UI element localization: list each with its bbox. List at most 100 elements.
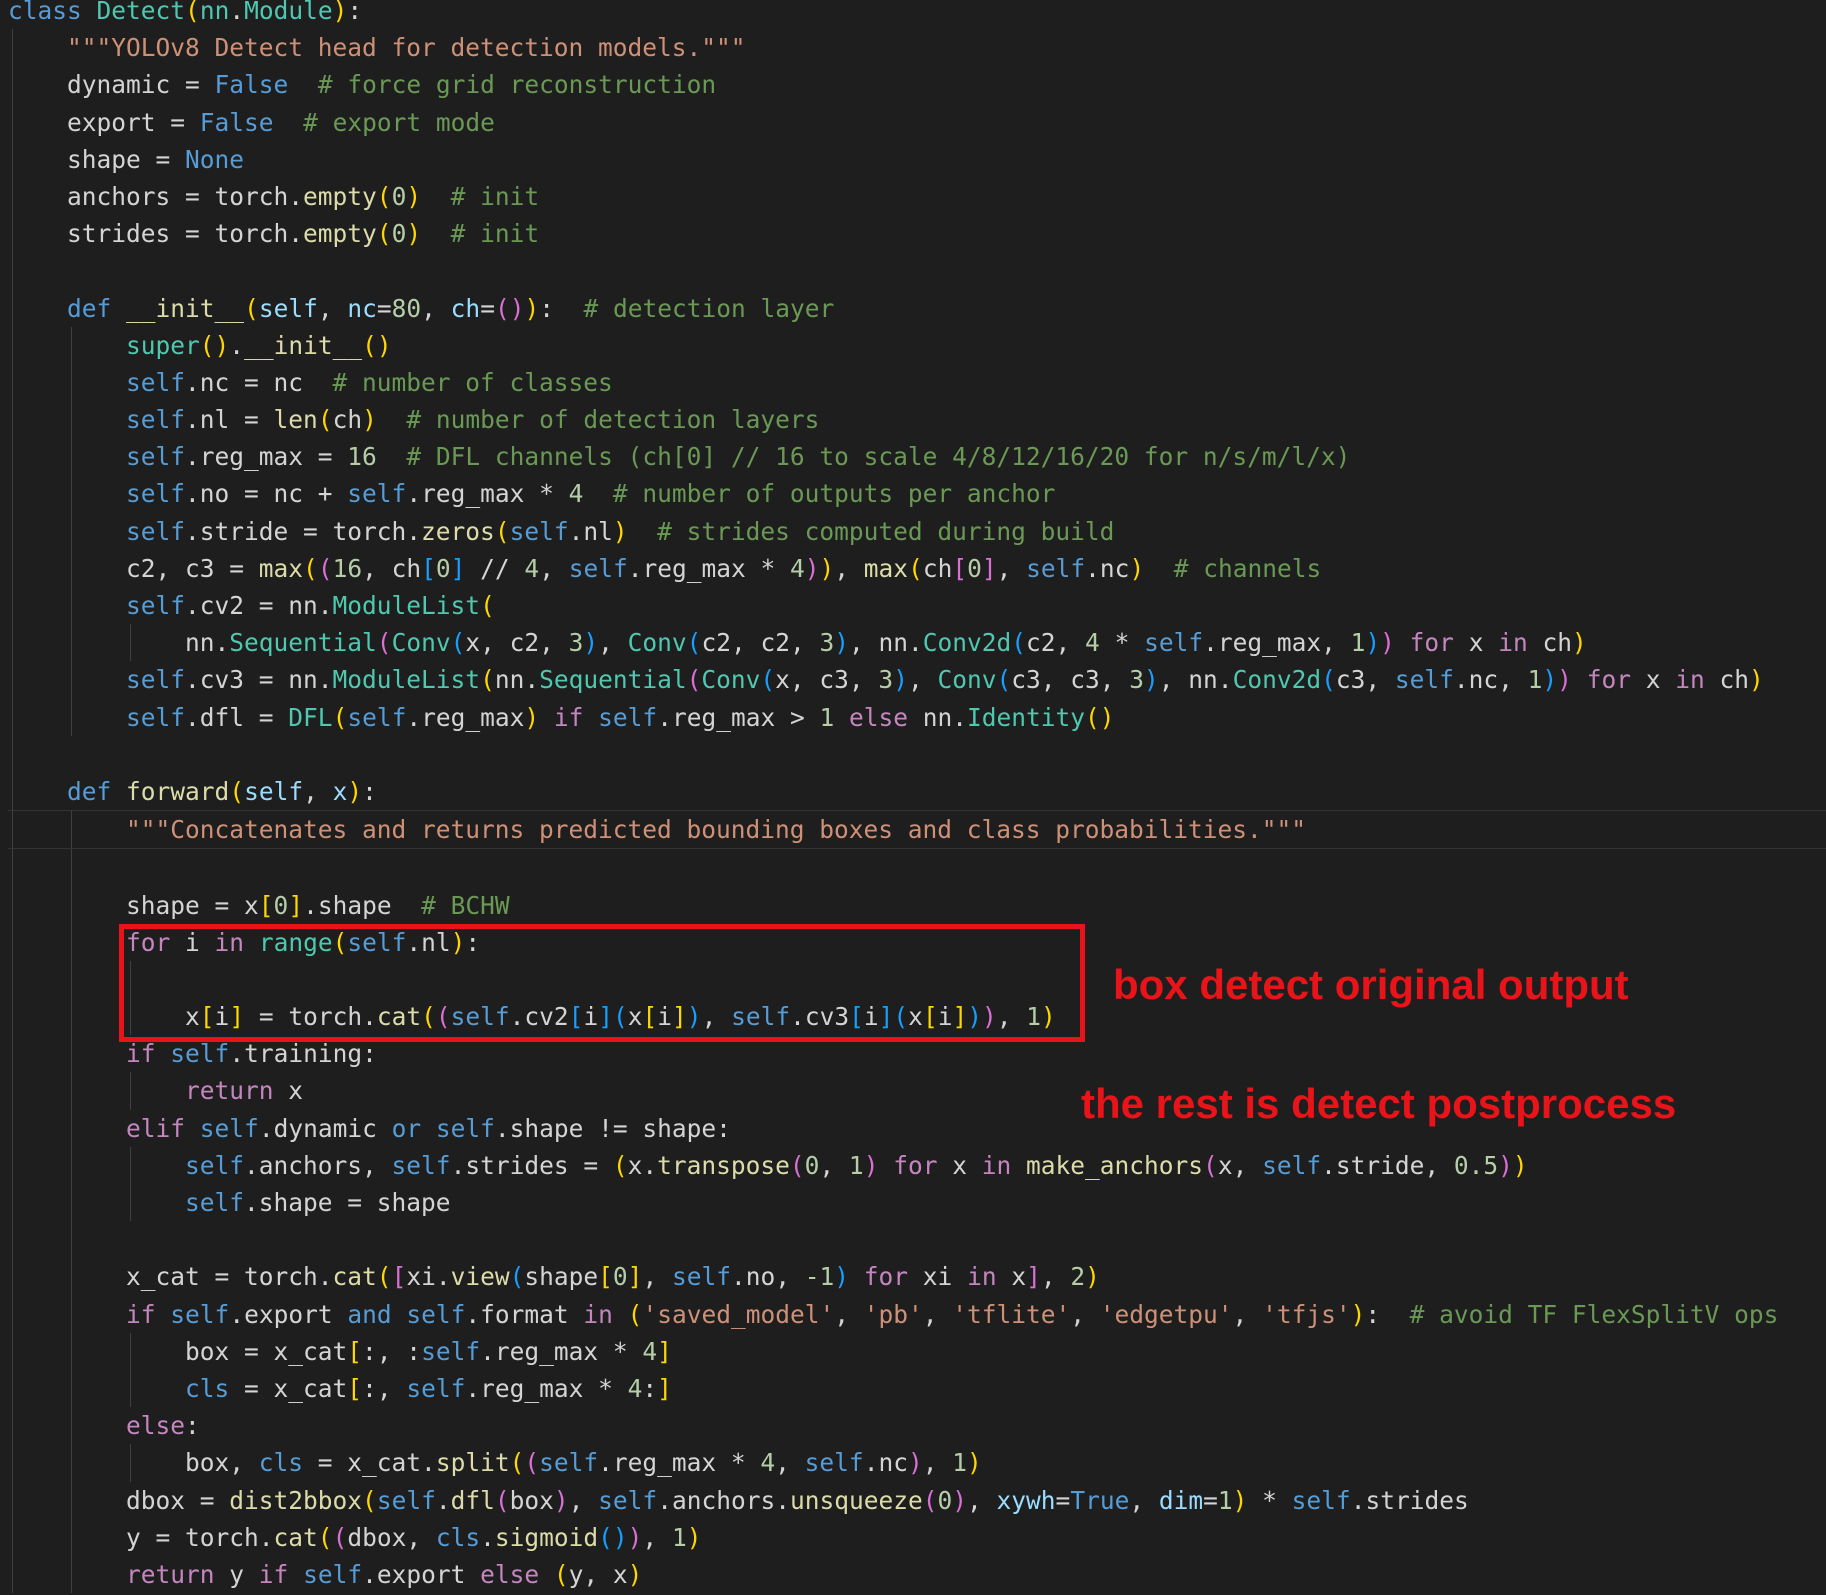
code-token: 4 bbox=[760, 1448, 776, 1478]
code-line[interactable]: self.cv2 = nn.ModuleList( bbox=[8, 587, 1826, 625]
code-line[interactable]: super().__init__() bbox=[8, 326, 1826, 364]
code-line[interactable]: self.cv3 = nn.ModuleList(nn.Sequential(C… bbox=[8, 661, 1826, 699]
code-line[interactable]: self.shape = shape bbox=[8, 1184, 1826, 1222]
code-line[interactable]: self.anchors, self.strides = (x.transpos… bbox=[8, 1146, 1826, 1184]
code-line[interactable]: shape = None bbox=[8, 140, 1826, 178]
code-token: self bbox=[1144, 628, 1204, 658]
code-token: 0 bbox=[937, 1485, 953, 1515]
code-line-text: self.reg_max = 16 # DFL channels (ch[0] … bbox=[8, 442, 1350, 471]
code-token: , bbox=[775, 1448, 805, 1478]
code-token: Identity bbox=[967, 702, 1086, 732]
code-token: [ bbox=[568, 1002, 584, 1032]
code-token: 0 bbox=[612, 1262, 628, 1292]
code-token: x, c2, bbox=[465, 628, 569, 658]
code-line[interactable]: class Detect(nn.Module): bbox=[8, 0, 1826, 29]
code-line[interactable]: for i in range(self.nl): bbox=[8, 923, 1826, 961]
code-line[interactable]: self.no = nc + self.reg_max * 4 # number… bbox=[8, 475, 1826, 513]
code-token: ( bbox=[376, 219, 392, 249]
code-token: ( bbox=[317, 405, 333, 435]
code-line[interactable]: self.dfl = DFL(self.reg_max) if self.reg… bbox=[8, 698, 1826, 736]
code-line[interactable]: cls = x_cat[:, self.reg_max * 4:] bbox=[8, 1369, 1826, 1408]
code-line[interactable] bbox=[8, 849, 1826, 887]
code-token: = bbox=[1055, 1485, 1071, 1515]
code-token: ( bbox=[317, 553, 333, 583]
code-token: -1 bbox=[804, 1262, 835, 1292]
code-line[interactable]: c2, c3 = max((16, ch[0] // 4, self.reg_m… bbox=[8, 549, 1826, 587]
code-token: , bbox=[1070, 1299, 1100, 1329]
code-line[interactable]: dbox = dist2bbox(self.dfl(box), self.anc… bbox=[8, 1481, 1826, 1519]
code-token: empty bbox=[303, 181, 377, 211]
code-line[interactable] bbox=[8, 252, 1826, 290]
code-line[interactable]: self.reg_max = 16 # DFL channels (ch[0] … bbox=[8, 438, 1826, 476]
code-line[interactable]: y = torch.cat((dbox, cls.sigmoid()), 1) bbox=[8, 1518, 1826, 1556]
code-line-text: self.cv2 = nn.ModuleList( bbox=[8, 591, 495, 620]
code-token: Module bbox=[244, 0, 333, 25]
code-token: , bbox=[642, 1262, 672, 1292]
code-line[interactable]: """YOLOv8 Detect head for detection mode… bbox=[8, 29, 1826, 67]
code-line[interactable]: if self.export and self.format in ('save… bbox=[8, 1295, 1826, 1333]
code-token: y bbox=[214, 1559, 259, 1589]
code-line[interactable]: shape = x[0].shape # BCHW bbox=[8, 886, 1826, 924]
code-line[interactable]: box = x_cat[:, :self.reg_max * 4] bbox=[8, 1332, 1826, 1370]
code-token: ) bbox=[524, 702, 540, 732]
code-line[interactable]: return y if self.export else (y, x) bbox=[8, 1555, 1826, 1594]
code-line[interactable]: self.stride = torch.zeros(self.nl) # str… bbox=[8, 512, 1826, 550]
code-line[interactable] bbox=[8, 735, 1826, 773]
code-token: ] bbox=[598, 1002, 613, 1032]
code-token: ch bbox=[1527, 628, 1572, 658]
code-token: 4 bbox=[789, 553, 805, 583]
code-line[interactable]: anchors = torch.empty(0) # init bbox=[8, 177, 1826, 216]
code-line[interactable]: dynamic = False # force grid reconstruct… bbox=[8, 66, 1826, 104]
code-token: box, bbox=[185, 1448, 259, 1478]
code-token: .shape = shape bbox=[244, 1188, 451, 1217]
code-token: x. bbox=[627, 1150, 658, 1180]
code-line[interactable]: def __init__(self, nc=80, ch=()): # dete… bbox=[8, 289, 1826, 327]
code-token: 4 bbox=[627, 1373, 643, 1403]
code-line[interactable]: """Concatenates and returns predicted bo… bbox=[8, 810, 1826, 850]
code-token: ( bbox=[1321, 665, 1336, 695]
code-token: ) bbox=[1380, 628, 1395, 658]
code-line[interactable]: if self.training: bbox=[8, 1035, 1826, 1073]
code-token: 0 bbox=[391, 181, 407, 211]
code-token: sigmoid bbox=[494, 1522, 599, 1552]
code-line[interactable]: box, cls = x_cat.split((self.reg_max * 4… bbox=[8, 1444, 1826, 1482]
code-line[interactable]: else: bbox=[8, 1407, 1826, 1445]
code-token: .no, bbox=[730, 1262, 805, 1292]
code-token: : bbox=[362, 776, 377, 806]
code-token: ( bbox=[996, 665, 1012, 695]
code-token: nn. bbox=[908, 702, 968, 732]
code-token: ( bbox=[376, 181, 392, 211]
code-token: 1 bbox=[1026, 1002, 1042, 1032]
code-token: ] bbox=[1026, 1262, 1041, 1292]
code-token: i bbox=[583, 1002, 599, 1032]
code-line[interactable]: nn.Sequential(Conv(x, c2, 3), Conv(c2, c… bbox=[8, 624, 1826, 662]
code-line[interactable]: def forward(self, x): bbox=[8, 772, 1826, 811]
code-editor[interactable]: class Detect(nn.Module): """YOLOv8 Detec… bbox=[8, 0, 1826, 1594]
code-token: return bbox=[126, 1559, 215, 1589]
code-token: ) bbox=[524, 293, 540, 323]
code-token: 'pb' bbox=[863, 1299, 923, 1329]
code-token: in bbox=[981, 1150, 1012, 1180]
code-token: box = x_cat bbox=[185, 1336, 348, 1366]
code-token: 4 bbox=[1085, 628, 1100, 658]
code-line[interactable]: self.nc = nc # number of classes bbox=[8, 363, 1826, 402]
code-token: ] bbox=[450, 553, 466, 583]
code-token: , bbox=[317, 293, 348, 323]
code-token: * bbox=[1099, 628, 1145, 658]
code-token: self bbox=[1026, 553, 1086, 583]
code-line[interactable]: export = False # export mode bbox=[8, 103, 1826, 141]
code-line[interactable] bbox=[8, 1221, 1826, 1259]
code-line[interactable]: self.nl = len(ch) # number of detection … bbox=[8, 401, 1826, 439]
code-line[interactable]: x_cat = torch.cat([xi.view(shape[0], sel… bbox=[8, 1258, 1826, 1296]
code-token: .shape bbox=[303, 890, 422, 920]
code-line[interactable]: strides = torch.empty(0) # init bbox=[8, 215, 1826, 253]
code-line-text: y = torch.cat((dbox, cls.sigmoid()), 1) bbox=[8, 1523, 701, 1552]
code-token: ( bbox=[893, 1002, 909, 1032]
code-token: ( bbox=[922, 1485, 938, 1515]
code-token: ( bbox=[760, 665, 776, 695]
code-token: # BCHW bbox=[421, 890, 510, 920]
